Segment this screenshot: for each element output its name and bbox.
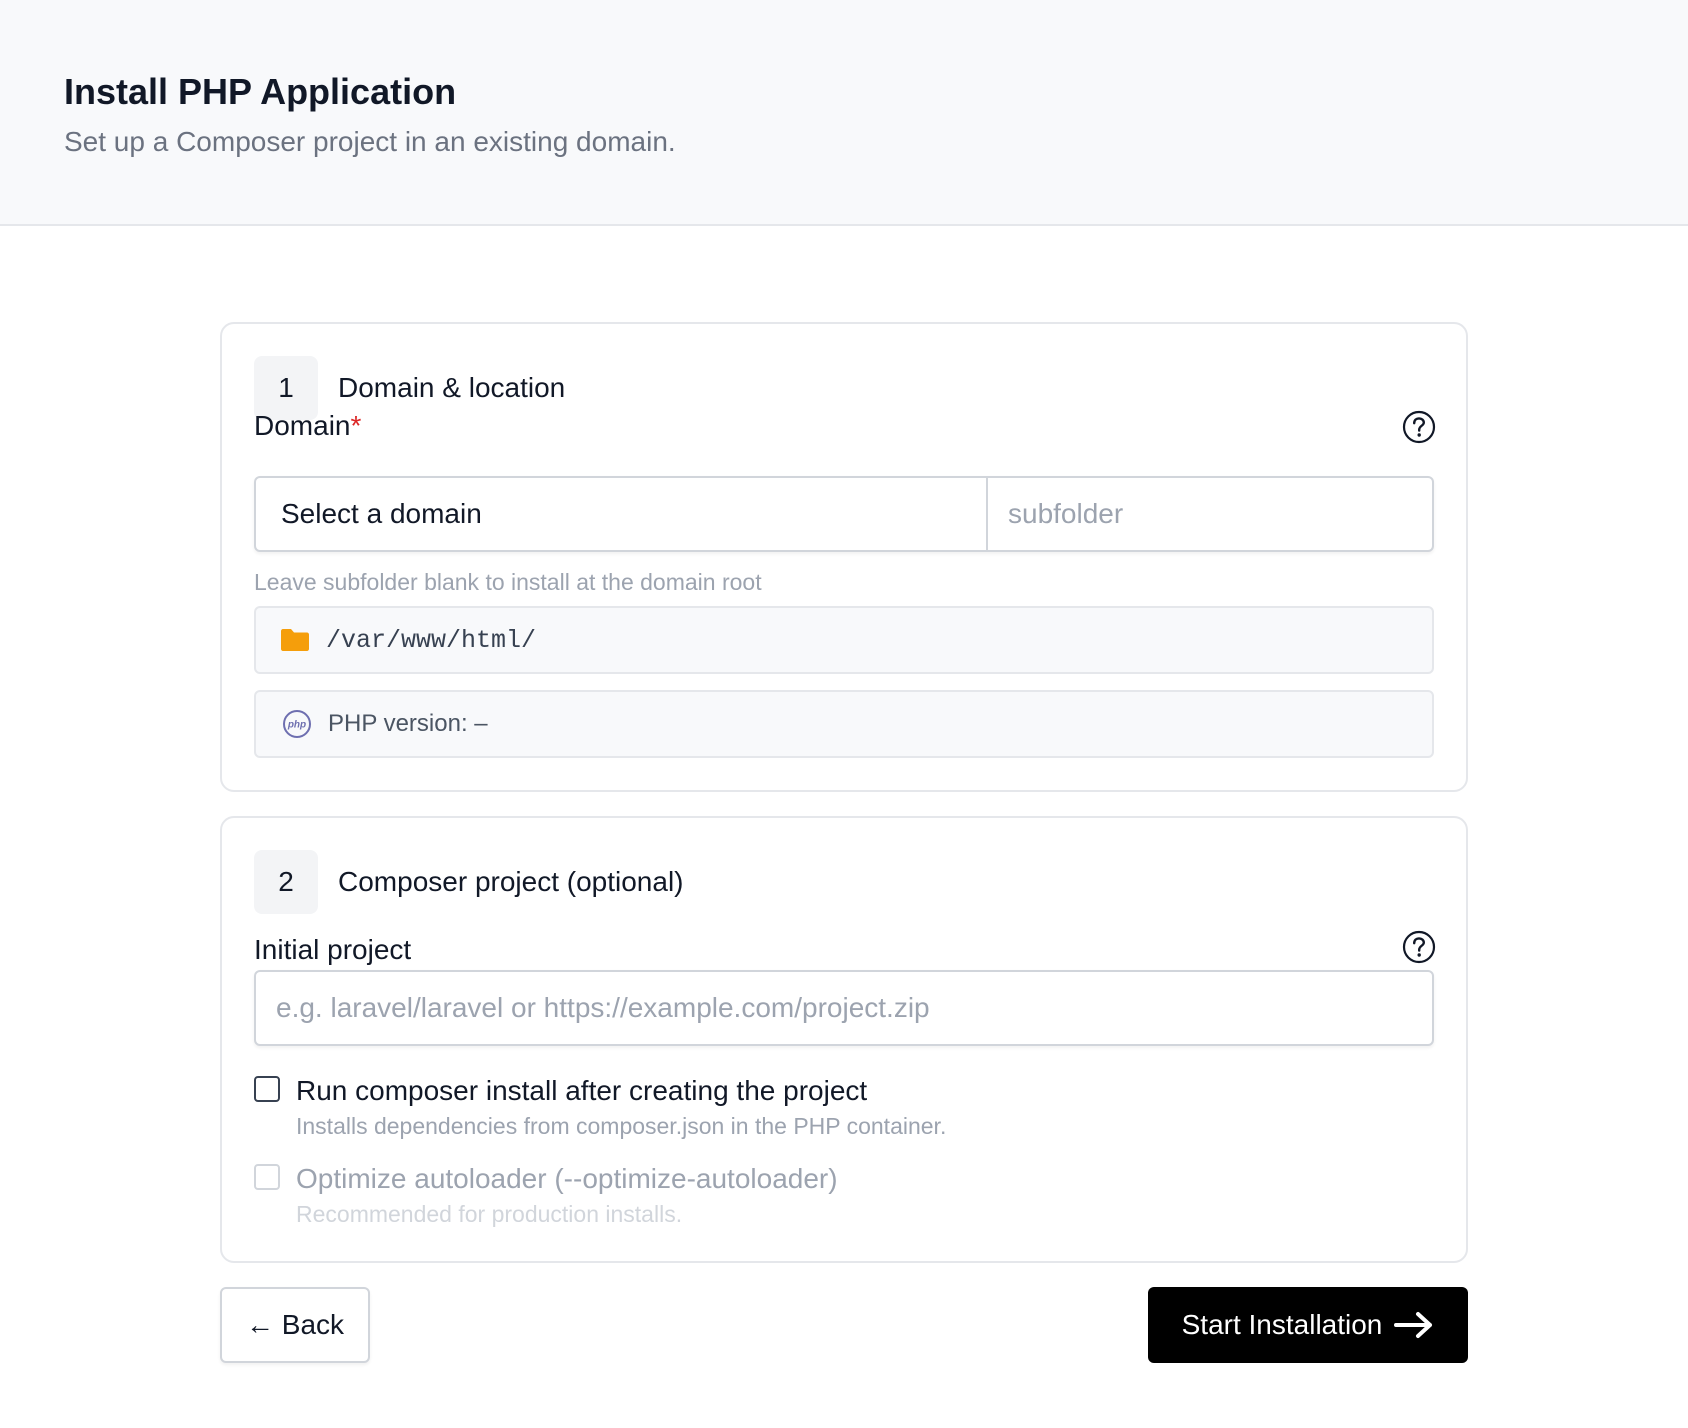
start-installation-button[interactable]: Start Installation <box>1148 1287 1468 1363</box>
initial-project-input[interactable] <box>254 970 1434 1046</box>
domain-input-group: Select a domain <box>254 476 1434 552</box>
install-path: /var/www/html/ <box>326 625 537 655</box>
subfolder-hint: Leave subfolder blank to install at the … <box>254 569 762 595</box>
step-number-badge: 2 <box>254 850 318 914</box>
run-install-option: Run composer install after creating the … <box>254 1074 946 1142</box>
page-header: Install PHP Application Set up a Compose… <box>0 0 1688 226</box>
svg-text:php: php <box>287 720 306 731</box>
required-marker: * <box>350 410 362 441</box>
optimize-autoloader-checkbox[interactable] <box>254 1164 280 1190</box>
step-title: Domain & location <box>338 372 566 403</box>
page-subtitle: Set up a Composer project in an existing… <box>64 126 676 157</box>
page-title: Install PHP Application <box>64 71 457 112</box>
install-path-box: /var/www/html/ <box>254 606 1434 674</box>
step-header-2: 2 Composer project (optional) <box>254 850 684 914</box>
domain-select[interactable]: Select a domain <box>256 478 988 550</box>
optimize-autoloader-description: Recommended for production installs. <box>296 1201 683 1227</box>
run-install-text: Run composer install after creating the … <box>296 1074 946 1142</box>
start-installation-label: Start Installation <box>1181 1309 1383 1340</box>
run-install-label: Run composer install after creating the … <box>296 1075 868 1106</box>
folder-icon <box>281 629 309 651</box>
domain-label-text: Domain <box>254 410 351 441</box>
initial-project-label: Initial project <box>254 934 412 965</box>
php-version-box: php PHP version: – <box>254 690 1434 758</box>
run-install-description: Installs dependencies from composer.json… <box>296 1113 947 1139</box>
run-install-checkbox[interactable] <box>254 1076 280 1102</box>
subfolder-input[interactable] <box>988 478 1432 550</box>
composer-project-card: 2 Composer project (optional) Initial pr… <box>220 816 1468 1263</box>
optimize-autoloader-text: Optimize autoloader (--optimize-autoload… <box>296 1162 838 1230</box>
optimize-autoloader-option: Optimize autoloader (--optimize-autoload… <box>254 1162 838 1230</box>
php-icon: php <box>283 710 311 738</box>
domain-location-card: 1 Domain & location Domain* Select a dom… <box>220 322 1468 792</box>
question-circle-icon[interactable] <box>1402 930 1436 964</box>
back-button[interactable]: ← Back <box>220 1287 370 1363</box>
step-title: Composer project (optional) <box>338 866 684 897</box>
arrow-right-icon <box>1394 1312 1433 1338</box>
question-circle-icon[interactable] <box>1402 410 1436 444</box>
optimize-autoloader-label: Optimize autoloader (--optimize-autoload… <box>296 1163 838 1194</box>
php-version-text: PHP version: – <box>328 710 488 737</box>
domain-label: Domain* <box>254 408 361 444</box>
